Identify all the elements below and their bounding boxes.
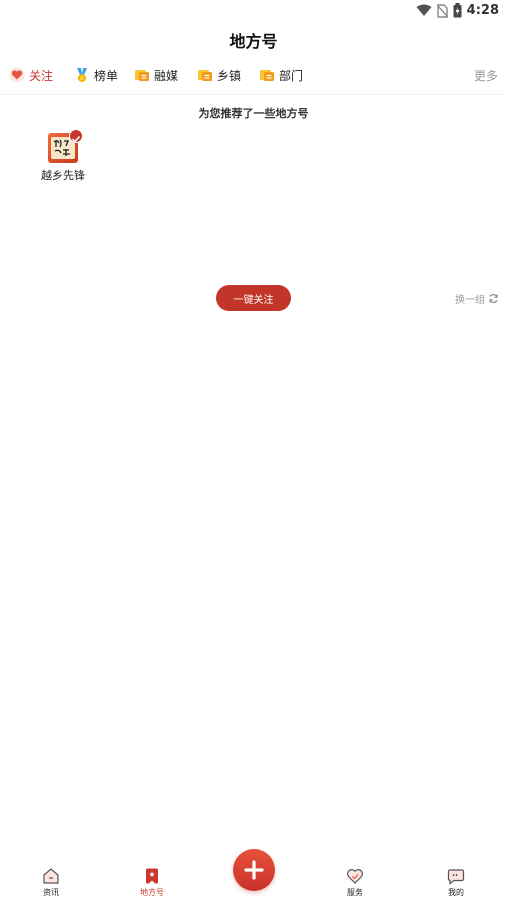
tab-label: 榜单 — [94, 68, 119, 83]
wifi-icon — [416, 4, 432, 16]
tab-label: 部门 — [279, 68, 304, 83]
folder-icon — [198, 70, 212, 81]
tab-departments[interactable]: 部门 — [259, 64, 303, 86]
folder-icon — [135, 70, 149, 81]
status-bar: 4:28 — [0, 0, 507, 22]
publish-button-wrap — [229, 845, 279, 895]
recommend-logo — [48, 129, 83, 163]
no-sim-icon — [436, 3, 448, 18]
nav-mine[interactable]: 我的 — [431, 867, 481, 898]
heart-check-icon — [346, 869, 364, 884]
folder-icon — [260, 70, 274, 81]
nav-label: 资讯 — [43, 888, 59, 897]
tab-media[interactable]: 融媒 — [134, 64, 178, 86]
selected-check-icon — [69, 129, 83, 143]
tab-label: 融媒 — [154, 68, 179, 83]
nav-news[interactable]: 资讯 — [26, 867, 76, 898]
refresh-label: 换一组 — [455, 295, 485, 306]
chat-face-icon — [447, 869, 465, 885]
nav-services[interactable]: 服务 — [330, 867, 380, 898]
nav-label: 地方号 — [140, 888, 164, 897]
divider — [0, 94, 507, 95]
tab-towns[interactable]: 乡镇 — [197, 64, 241, 86]
nav-label: 我的 — [448, 888, 464, 897]
tab-label: 关注 — [29, 68, 54, 83]
tab-ranking[interactable]: 榜单 — [74, 64, 118, 86]
publish-button[interactable] — [233, 849, 275, 891]
plus-icon — [244, 860, 264, 880]
nav-local[interactable]: 地方号 — [127, 867, 177, 898]
status-time: 4:28 — [466, 3, 499, 18]
nav-label: 服务 — [347, 888, 363, 897]
recommend-item[interactable]: 越乡先锋 — [38, 129, 88, 183]
tab-follow[interactable]: 关注 — [9, 64, 53, 86]
tab-label: 乡镇 — [217, 68, 242, 83]
medal-icon — [77, 68, 87, 82]
home-icon — [43, 868, 59, 884]
status-icons: 4:28 — [416, 3, 499, 18]
refresh-icon — [489, 294, 498, 303]
follow-all-button[interactable]: 一键关注 — [216, 285, 291, 311]
bookmark-icon — [146, 868, 158, 884]
refresh-group-button[interactable]: 换一组 — [455, 291, 499, 306]
recommend-item-name: 越乡先锋 — [41, 169, 85, 182]
category-tabs: 关注 榜单 融媒 乡镇 部门 更多 — [0, 64, 507, 88]
more-link[interactable]: 更多 — [474, 67, 498, 84]
battery-icon — [453, 3, 462, 18]
heart-icon — [9, 67, 25, 83]
bottom-nav: 资讯 地方号 服务 我的 — [0, 845, 507, 901]
page-title: 地方号 — [229, 32, 278, 51]
recommend-subtitle: 为您推荐了一些地方号 — [198, 107, 309, 120]
